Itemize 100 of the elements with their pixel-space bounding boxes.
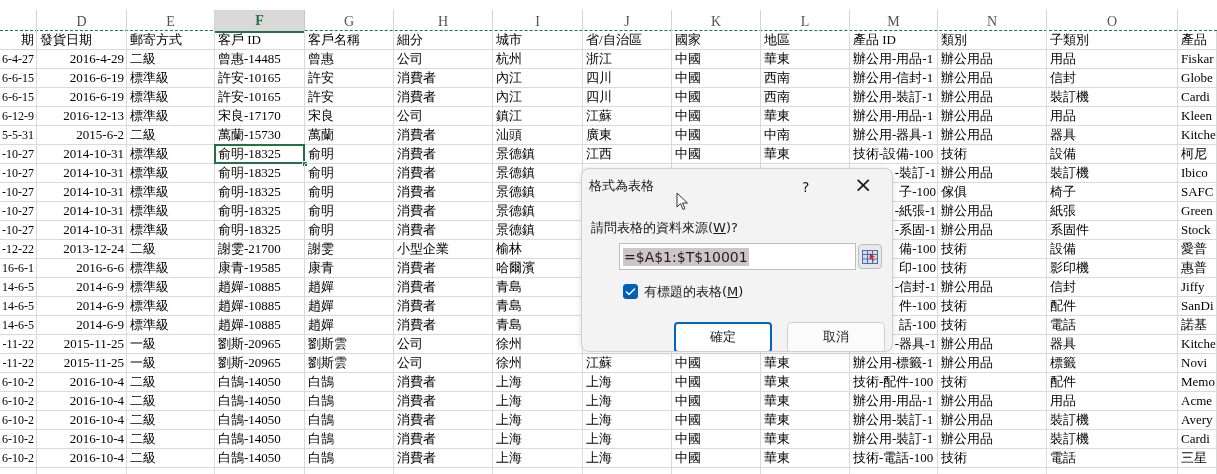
header-cell: 地區 bbox=[764, 31, 790, 49]
column-header[interactable]: N bbox=[938, 10, 1047, 33]
column-header[interactable]: D bbox=[37, 10, 127, 33]
table-cell: 消費者 bbox=[397, 373, 436, 391]
table-cell-text: 14-6-5 bbox=[2, 317, 34, 334]
help-button[interactable]: ? bbox=[802, 177, 810, 198]
table-cell: 俞明-18325 bbox=[218, 202, 281, 220]
table-cell: 技術 bbox=[941, 373, 967, 391]
table-cell: 白鵠 bbox=[308, 373, 334, 391]
table-cell: 影印機 bbox=[1050, 259, 1089, 277]
table-cell: 技術-配件-100 bbox=[853, 373, 934, 391]
table-cell: 2016-10-4 bbox=[69, 373, 124, 391]
column-header[interactable]: M bbox=[850, 10, 938, 33]
table-cell: 白鵠-14050 bbox=[218, 392, 281, 410]
table-cell-text: -10-27 bbox=[2, 165, 34, 182]
table-cell: 中國 bbox=[675, 373, 701, 391]
table-cell: 許安-10165 bbox=[218, 69, 281, 87]
table-cell: 消費者 bbox=[397, 145, 436, 163]
table-cell: 惠普 bbox=[1181, 259, 1207, 277]
table-cell: 上海 bbox=[496, 392, 522, 410]
table-cell-text: -10-27 bbox=[2, 203, 34, 220]
column-header[interactable]: F bbox=[215, 10, 305, 33]
table-cell: 子-100 bbox=[899, 183, 936, 201]
table-cell: 2016-10-4 bbox=[69, 411, 124, 429]
table-cell: 二級 bbox=[130, 126, 156, 144]
header-cell: 省/自治區 bbox=[586, 31, 642, 49]
table-cell: 中國 bbox=[675, 411, 701, 429]
column-header[interactable]: I bbox=[493, 10, 583, 33]
table-cell: 技術 bbox=[941, 297, 967, 315]
table-cell: 標準級 bbox=[130, 278, 169, 296]
table-cell: 二級 bbox=[130, 430, 156, 448]
table-cell: 辦公用品 bbox=[941, 69, 993, 87]
header-cell: 產品 ID bbox=[853, 31, 896, 49]
table-cell: 謝雯-21700 bbox=[218, 240, 281, 258]
table-cell: 2016-10-4 bbox=[69, 392, 124, 410]
table-cell: 配件 bbox=[1050, 373, 1076, 391]
table-cell: 標準級 bbox=[130, 297, 169, 315]
header-cell: 客戶名稱 bbox=[308, 31, 360, 49]
table-cell: 華東 bbox=[764, 430, 790, 448]
table-cell-text: 6-10-2 bbox=[2, 450, 34, 467]
column-header[interactable]: L bbox=[761, 10, 850, 33]
table-cell: 白鵠-14050 bbox=[218, 430, 281, 448]
table-cell: 許安-10165 bbox=[218, 88, 281, 106]
table-cell: 中國 bbox=[675, 145, 701, 163]
table-cell: 2016-6-19 bbox=[69, 69, 124, 87]
table-cell-text: -12-22 bbox=[2, 241, 34, 258]
table-cell: 消費者 bbox=[397, 449, 436, 467]
table-cell: 浙江 bbox=[586, 50, 612, 68]
table-cell: 消費者 bbox=[397, 411, 436, 429]
table-cell: 杭州 bbox=[496, 50, 522, 68]
table-cell: 趙嬋 bbox=[308, 297, 334, 315]
table-cell: 徐州 bbox=[496, 354, 522, 372]
table-cell: 2014-6-9 bbox=[76, 278, 124, 296]
table-cell: 四川 bbox=[586, 69, 612, 87]
table-cell: 榆林 bbox=[496, 240, 522, 258]
range-picker-button[interactable] bbox=[858, 244, 882, 269]
table-cell: 電話 bbox=[1050, 449, 1076, 467]
column-header[interactable]: J bbox=[583, 10, 672, 33]
table-cell: 標準級 bbox=[130, 164, 169, 182]
header-cell: 國家 bbox=[675, 31, 701, 49]
checkbox-label[interactable]: 有標題的表格(M) bbox=[644, 282, 744, 302]
table-cell: 中國 bbox=[675, 430, 701, 448]
range-input[interactable]: =$A$1:$T$10001 bbox=[619, 243, 856, 270]
table-cell: SanDi bbox=[1181, 297, 1214, 315]
table-cell: 俞明 bbox=[308, 183, 334, 201]
column-header[interactable]: H bbox=[394, 10, 493, 33]
column-header[interactable]: O bbox=[1047, 10, 1178, 33]
table-cell: 青島 bbox=[496, 316, 522, 334]
table-cell-text: 6-4-27 bbox=[2, 51, 34, 68]
table-cell: 器具 bbox=[1050, 335, 1076, 353]
table-cell: 康青-19585 bbox=[218, 259, 281, 277]
column-header[interactable]: G bbox=[305, 10, 394, 33]
table-cell: Avery bbox=[1181, 411, 1213, 429]
table-cell: 消費者 bbox=[397, 221, 436, 239]
table-cell: 辦公用-裝訂-1 bbox=[853, 88, 934, 106]
table-cell: 四川 bbox=[586, 88, 612, 106]
table-cell: 上海 bbox=[496, 373, 522, 391]
table-cell: 曾惠-14485 bbox=[218, 50, 281, 68]
table-cell: 公司 bbox=[397, 107, 423, 125]
close-button[interactable]: × bbox=[850, 172, 877, 198]
table-cell: 辦公用品 bbox=[941, 392, 993, 410]
table-cell: 標準級 bbox=[130, 88, 169, 106]
table-cell: 辦公用品 bbox=[941, 354, 993, 372]
table-cell: -裝訂-1 bbox=[894, 164, 936, 182]
column-header[interactable]: K bbox=[672, 10, 761, 33]
table-cell: 二級 bbox=[130, 373, 156, 391]
table-cell: -器具-1 bbox=[894, 335, 936, 353]
table-cell: 中國 bbox=[675, 107, 701, 125]
table-cell-text: -10-27 bbox=[2, 222, 34, 239]
table-cell: 白鵠-14050 bbox=[218, 449, 281, 467]
fill-handle[interactable] bbox=[302, 161, 308, 167]
dialog-button[interactable]: 取消 bbox=[787, 321, 885, 351]
table-cell: 消費者 bbox=[397, 316, 436, 334]
table-cell: 萬蘭 bbox=[308, 126, 334, 144]
table-cell: 西南 bbox=[764, 88, 790, 106]
table-cell: 白鵠 bbox=[308, 430, 334, 448]
table-cell: 2014-10-31 bbox=[63, 221, 124, 239]
checkbox[interactable] bbox=[623, 284, 638, 300]
table-cell: 愛普 bbox=[1181, 240, 1207, 258]
dialog-button[interactable]: 確定 bbox=[674, 321, 772, 351]
